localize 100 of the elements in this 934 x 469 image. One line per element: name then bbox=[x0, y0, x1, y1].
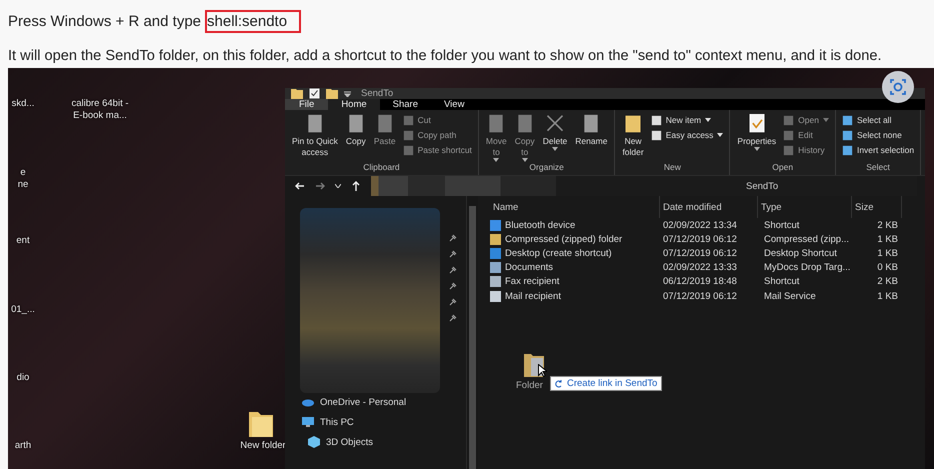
document-icon bbox=[650, 114, 662, 126]
size-cell-text: 0 KB bbox=[876, 262, 899, 274]
ribbon-tab[interactable]: View bbox=[431, 99, 478, 110]
type-cell-text: Shortcut bbox=[763, 220, 800, 231]
folder-icon bbox=[623, 113, 644, 135]
ribbon-button[interactable]: New item bbox=[648, 113, 726, 127]
file-name[interactable]: Fax recipient bbox=[490, 276, 660, 288]
desktop-icon-label[interactable]: e ne bbox=[18, 167, 28, 191]
desktop-icon-label[interactable]: 01_... bbox=[11, 304, 35, 316]
file-icon bbox=[490, 290, 501, 302]
ribbon-button[interactable]: Copy bbox=[342, 113, 369, 162]
visual-search-icon[interactable] bbox=[882, 71, 914, 103]
ribbon-tab[interactable]: File bbox=[285, 99, 328, 110]
file-name[interactable]: Bluetooth device bbox=[490, 220, 660, 231]
paragraph-text: It will open the SendTo folder, on this folder, add a shortcut to the folder you want to show on the "send to" context menu, and it is done. bbox=[8, 48, 883, 66]
ribbon-button[interactable]: Easy access bbox=[648, 128, 726, 142]
column-header[interactable]: Size bbox=[852, 196, 902, 218]
type-cell-text: MyDocs Drop Targ... bbox=[763, 262, 852, 274]
date-cell-text: 07/12/2019 06:12 bbox=[662, 248, 738, 259]
folder-label: Folder bbox=[516, 380, 543, 391]
group-label: New bbox=[664, 162, 681, 174]
group-label: Organize bbox=[529, 162, 564, 174]
link-icon bbox=[555, 379, 563, 388]
ribbon-button[interactable]: Select none bbox=[840, 128, 916, 142]
pin-icon[interactable] bbox=[449, 298, 457, 306]
document-icon bbox=[402, 114, 414, 126]
type-cell-text: Compressed (zipp... bbox=[763, 234, 850, 245]
ribbon-tab[interactable]: Home bbox=[328, 99, 380, 110]
file-icon bbox=[490, 248, 501, 259]
desktop-icon-label[interactable]: calibre 64bit - E-book ma... bbox=[71, 98, 129, 122]
forward-arrow-icon[interactable] bbox=[315, 181, 325, 191]
nav-item[interactable]: OneDrive - Personal bbox=[301, 396, 406, 408]
type-cell-text: Shortcut bbox=[763, 276, 800, 288]
file-name[interactable]: Desktop (create shortcut) bbox=[490, 248, 660, 259]
date-cell-text: 07/12/2019 06:12 bbox=[662, 290, 738, 302]
ribbon-button[interactable]: Pin to Quick access bbox=[289, 113, 341, 162]
document-icon bbox=[783, 114, 794, 126]
monitor-icon bbox=[301, 416, 315, 428]
command-text: shell:sendto bbox=[205, 10, 302, 32]
instruction-text: Press Windows + R and type bbox=[8, 12, 202, 30]
column-header[interactable]: Date modified bbox=[660, 196, 758, 218]
grid-icon bbox=[842, 114, 853, 126]
document-icon bbox=[650, 130, 662, 140]
grid-icon bbox=[842, 144, 853, 156]
back-arrow-icon[interactable] bbox=[295, 181, 305, 191]
size-cell-text: 1 KB bbox=[876, 290, 899, 302]
file-name[interactable]: Documents bbox=[490, 262, 660, 274]
type-cell-text: Desktop Shortcut bbox=[763, 248, 838, 259]
ribbon-button[interactable]: New folder bbox=[619, 113, 647, 162]
cube-icon bbox=[307, 436, 321, 448]
ribbon-button[interactable]: Invert selection bbox=[840, 143, 916, 157]
document-icon bbox=[783, 130, 794, 140]
desktop-icon-label[interactable]: arth bbox=[14, 440, 32, 452]
nav-item[interactable]: This PC bbox=[301, 416, 406, 428]
document-icon bbox=[783, 144, 794, 156]
date-cell-text: 07/12/2019 06:12 bbox=[662, 234, 738, 245]
date-cell-text: 02/09/2022 13:34 bbox=[662, 220, 738, 231]
grid-icon bbox=[842, 130, 853, 140]
caret-icon[interactable] bbox=[335, 184, 341, 188]
scrollbar[interactable] bbox=[466, 196, 478, 469]
desktop-icon-label[interactable]: ent bbox=[16, 235, 30, 247]
size-cell-text: 1 KB bbox=[876, 248, 899, 259]
ribbon-button[interactable]: Delete bbox=[540, 113, 570, 162]
file-name[interactable]: Compressed (zipped) folder bbox=[490, 234, 660, 245]
pin-icon[interactable] bbox=[449, 266, 457, 274]
ribbon-button[interactable]: Rename bbox=[572, 113, 610, 162]
document-icon bbox=[402, 130, 414, 140]
group-label: Open bbox=[772, 162, 794, 174]
desktop-icon-label[interactable]: dio bbox=[16, 372, 30, 384]
window-title: SendTo bbox=[361, 88, 394, 99]
type-cell-text: Mail Service bbox=[763, 290, 817, 302]
desktop-icon-label[interactable]: skd... bbox=[12, 98, 34, 110]
pin-icon[interactable] bbox=[449, 250, 457, 258]
date-cell-text: 06/12/2019 18:48 bbox=[662, 276, 738, 288]
cursor-icon bbox=[538, 364, 547, 377]
file-icon bbox=[490, 220, 501, 231]
file-icon bbox=[490, 262, 501, 274]
nav-item[interactable]: 3D Objects bbox=[307, 436, 406, 448]
desktop-icon-label[interactable]: New folder bbox=[240, 440, 286, 452]
ribbon-button[interactable]: Properties bbox=[734, 113, 780, 162]
checkmark-icon[interactable] bbox=[309, 88, 320, 99]
ribbon-button[interactable]: Select all bbox=[840, 113, 916, 127]
pin-icon[interactable] bbox=[449, 314, 457, 322]
size-cell-text: 2 KB bbox=[876, 220, 899, 231]
column-header[interactable]: Type bbox=[758, 196, 852, 218]
caret-icon[interactable] bbox=[344, 90, 351, 97]
file-icon bbox=[490, 234, 501, 245]
checkmark-icon bbox=[746, 113, 767, 135]
drag-tooltip: Create link in SendTo bbox=[550, 376, 662, 391]
column-header[interactable]: Name bbox=[490, 196, 660, 218]
up-arrow-icon[interactable] bbox=[351, 181, 361, 191]
date-cell-text: 02/09/2022 13:33 bbox=[662, 262, 738, 274]
pin-icon[interactable] bbox=[449, 234, 457, 242]
group-label: Clipboard bbox=[363, 162, 400, 174]
ribbon-tab[interactable]: Share bbox=[380, 99, 432, 110]
pin-icon[interactable] bbox=[449, 282, 457, 290]
group-label: Select bbox=[866, 162, 890, 174]
file-icon bbox=[490, 276, 501, 288]
file-name[interactable]: Mail recipient bbox=[490, 290, 660, 302]
size-cell-text: 1 KB bbox=[876, 234, 899, 245]
